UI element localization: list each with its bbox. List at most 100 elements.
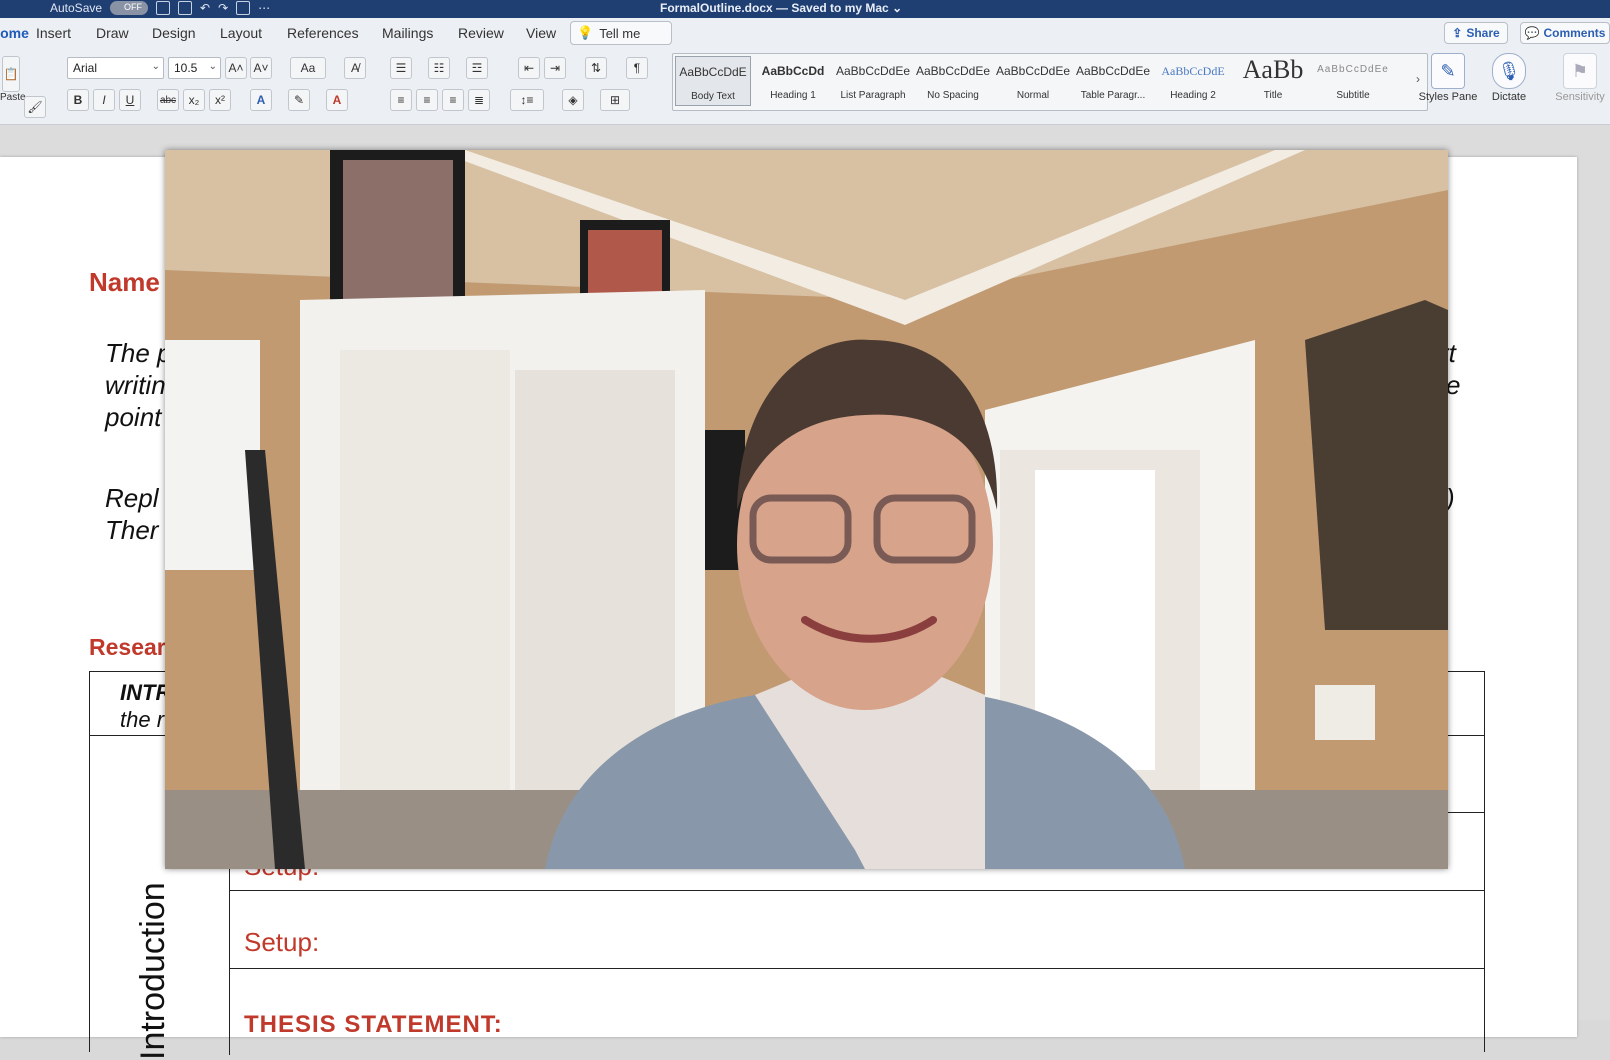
webcam-video-overlay[interactable] <box>165 150 1448 869</box>
style-subtitle[interactable]: AaBbCcDdEe Subtitle <box>1315 56 1391 106</box>
decrease-indent-button[interactable]: ⇤ <box>518 57 540 79</box>
clear-formatting-button[interactable]: A̸ <box>344 57 366 79</box>
tell-me-label: Tell me <box>599 25 641 41</box>
style-name: Body Text <box>691 91 735 102</box>
borders-icon: ⊞ <box>609 93 621 107</box>
table-row[interactable]: Setup: <box>230 891 1484 969</box>
tab-design[interactable]: Design <box>152 25 196 41</box>
ribbon-toolbar: 📋 Paste 🖌 Arial ⌄ 10.5 ⌄ A˄ A˅ Aa A̸ B I U… <box>0 50 1610 125</box>
intro-row-text: the r <box>120 707 165 732</box>
tab-draw[interactable]: Draw <box>96 25 129 41</box>
document-title: FormalOutline.docx — Saved to my Mac ⌄ <box>660 1 903 15</box>
home-icon[interactable] <box>156 1 171 15</box>
subscript-button[interactable]: x₂ <box>183 89 205 111</box>
align-center-icon: ≡ <box>423 93 431 107</box>
comments-button[interactable]: 💬 Comments <box>1520 22 1610 44</box>
instruction-paragraph-line-1: The p <box>105 338 172 368</box>
tab-layout[interactable]: Layout <box>220 25 262 41</box>
text-effects-icon: A <box>256 93 266 107</box>
dictate-button[interactable]: 🎙 Dictate <box>1479 50 1539 103</box>
share-label: Share <box>1466 26 1500 40</box>
tell-me-box[interactable]: 💡 Tell me <box>570 21 672 45</box>
format-painter-button[interactable]: 🖌 <box>24 96 46 118</box>
line-spacing-icon: ↕≡ <box>520 93 534 107</box>
shrink-font-button[interactable]: A˅ <box>250 57 272 79</box>
style-name: Table Paragr... <box>1080 90 1146 101</box>
light-switch <box>1315 685 1375 740</box>
tab-home[interactable]: Home <box>0 25 29 41</box>
tab-review[interactable]: Review <box>458 25 504 41</box>
text-effects-button[interactable]: A <box>250 89 272 111</box>
bold-button[interactable]: B <box>67 89 89 111</box>
print-icon[interactable] <box>236 1 251 15</box>
style-name: Subtitle <box>1336 90 1370 101</box>
save-icon[interactable] <box>178 1 193 15</box>
styles-pane-icon: ✎ <box>1431 53 1465 89</box>
superscript-button[interactable]: x² <box>209 89 231 111</box>
grow-font-button[interactable]: A˄ <box>225 57 247 79</box>
borders-button[interactable]: ⊞ <box>600 89 630 111</box>
increase-indent-button[interactable]: ⇥ <box>544 57 566 79</box>
style-table-paragraph[interactable]: AaBbCcDdEe Table Paragr... <box>1075 56 1151 106</box>
autosave-toggle[interactable]: OFF <box>110 1 149 15</box>
style-sample: AaBb <box>1242 55 1304 84</box>
style-heading-1[interactable]: AaBbCcDd Heading 1 <box>755 56 831 106</box>
paste-label: Paste <box>0 92 26 103</box>
style-list-paragraph[interactable]: AaBbCcDdEe List Paragraph <box>835 56 911 106</box>
style-heading-2[interactable]: AaBbCcDdE Heading 2 <box>1155 56 1231 106</box>
justify-icon: ≣ <box>473 93 485 107</box>
tab-view[interactable]: View <box>526 25 556 41</box>
multilevel-list-button[interactable]: ☲ <box>466 57 488 79</box>
align-left-icon: ≡ <box>397 93 405 107</box>
tab-references[interactable]: References <box>287 25 359 41</box>
sensitivity-button[interactable]: ⚑ Sensitivity <box>1550 50 1610 103</box>
sensitivity-icon: ⚑ <box>1563 53 1597 89</box>
style-no-spacing[interactable]: AaBbCcDdEe No Spacing <box>915 56 991 106</box>
sort-icon: ⇅ <box>590 61 602 75</box>
comment-icon: 💬 <box>1524 26 1540 40</box>
more-icon[interactable]: ⋯ <box>258 1 270 15</box>
document-title-text: FormalOutline.docx — Saved to my Mac <box>660 1 889 15</box>
paste-button[interactable]: 📋 <box>2 56 20 92</box>
research-label: Resear <box>89 634 166 660</box>
style-name: Heading 2 <box>1170 90 1216 101</box>
autosave-label: AutoSave <box>50 1 103 15</box>
justify-button[interactable]: ≣ <box>468 89 490 111</box>
autosave-state: OFF <box>124 2 143 12</box>
strikethrough-button[interactable]: abc <box>157 89 179 111</box>
font-name-select[interactable]: Arial ⌄ <box>67 57 164 79</box>
font-color-button[interactable]: A <box>326 89 348 111</box>
sort-button[interactable]: ⇅ <box>585 57 607 79</box>
instruction-paragraph-right-2: e <box>1446 370 1461 400</box>
change-case-button[interactable]: Aa <box>290 57 326 79</box>
italic-button[interactable]: I <box>93 89 115 111</box>
align-left-button[interactable]: ≡ <box>390 89 412 111</box>
clipboard-icon: 📋 <box>3 67 19 81</box>
tab-mailings[interactable]: Mailings <box>382 25 433 41</box>
style-body-text[interactable]: AaBbCcDdE Body Text <box>675 56 751 106</box>
font-name-value: Arial <box>73 61 98 75</box>
style-normal[interactable]: AaBbCcDdEe Normal <box>995 56 1071 106</box>
redo-icon[interactable]: ↷ <box>218 1 228 15</box>
highlight-button[interactable]: ✎ <box>288 89 310 111</box>
line-spacing-button[interactable]: ↕≡ <box>510 89 544 111</box>
bullets-button[interactable]: ☰ <box>390 57 412 79</box>
align-center-button[interactable]: ≡ <box>416 89 438 111</box>
style-sample: AaBbCcDd <box>761 64 825 78</box>
show-formatting-button[interactable]: ¶ <box>626 57 648 79</box>
styles-gallery: AaBbCcDdE Body Text AaBbCcDd Heading 1 AaB… <box>672 53 1428 111</box>
font-size-value: 10.5 <box>174 61 198 75</box>
style-title[interactable]: AaBb Title <box>1235 55 1311 106</box>
outdent-icon: ⇤ <box>523 61 535 75</box>
table-row[interactable]: THESIS STATEMENT: <box>230 969 1484 1059</box>
share-button[interactable]: ⇪ Share <box>1444 22 1508 44</box>
font-size-select[interactable]: 10.5 ⌄ <box>168 57 221 79</box>
styles-pane-button[interactable]: ✎ Styles Pane <box>1418 50 1478 103</box>
undo-icon[interactable]: ↶ <box>200 1 210 15</box>
tab-insert[interactable]: Insert <box>36 25 71 41</box>
poster-art <box>343 160 453 318</box>
numbering-button[interactable]: ☷ <box>428 57 450 79</box>
shading-button[interactable]: ◈ <box>562 89 584 111</box>
align-right-button[interactable]: ≡ <box>442 89 464 111</box>
underline-button[interactable]: U <box>119 89 141 111</box>
